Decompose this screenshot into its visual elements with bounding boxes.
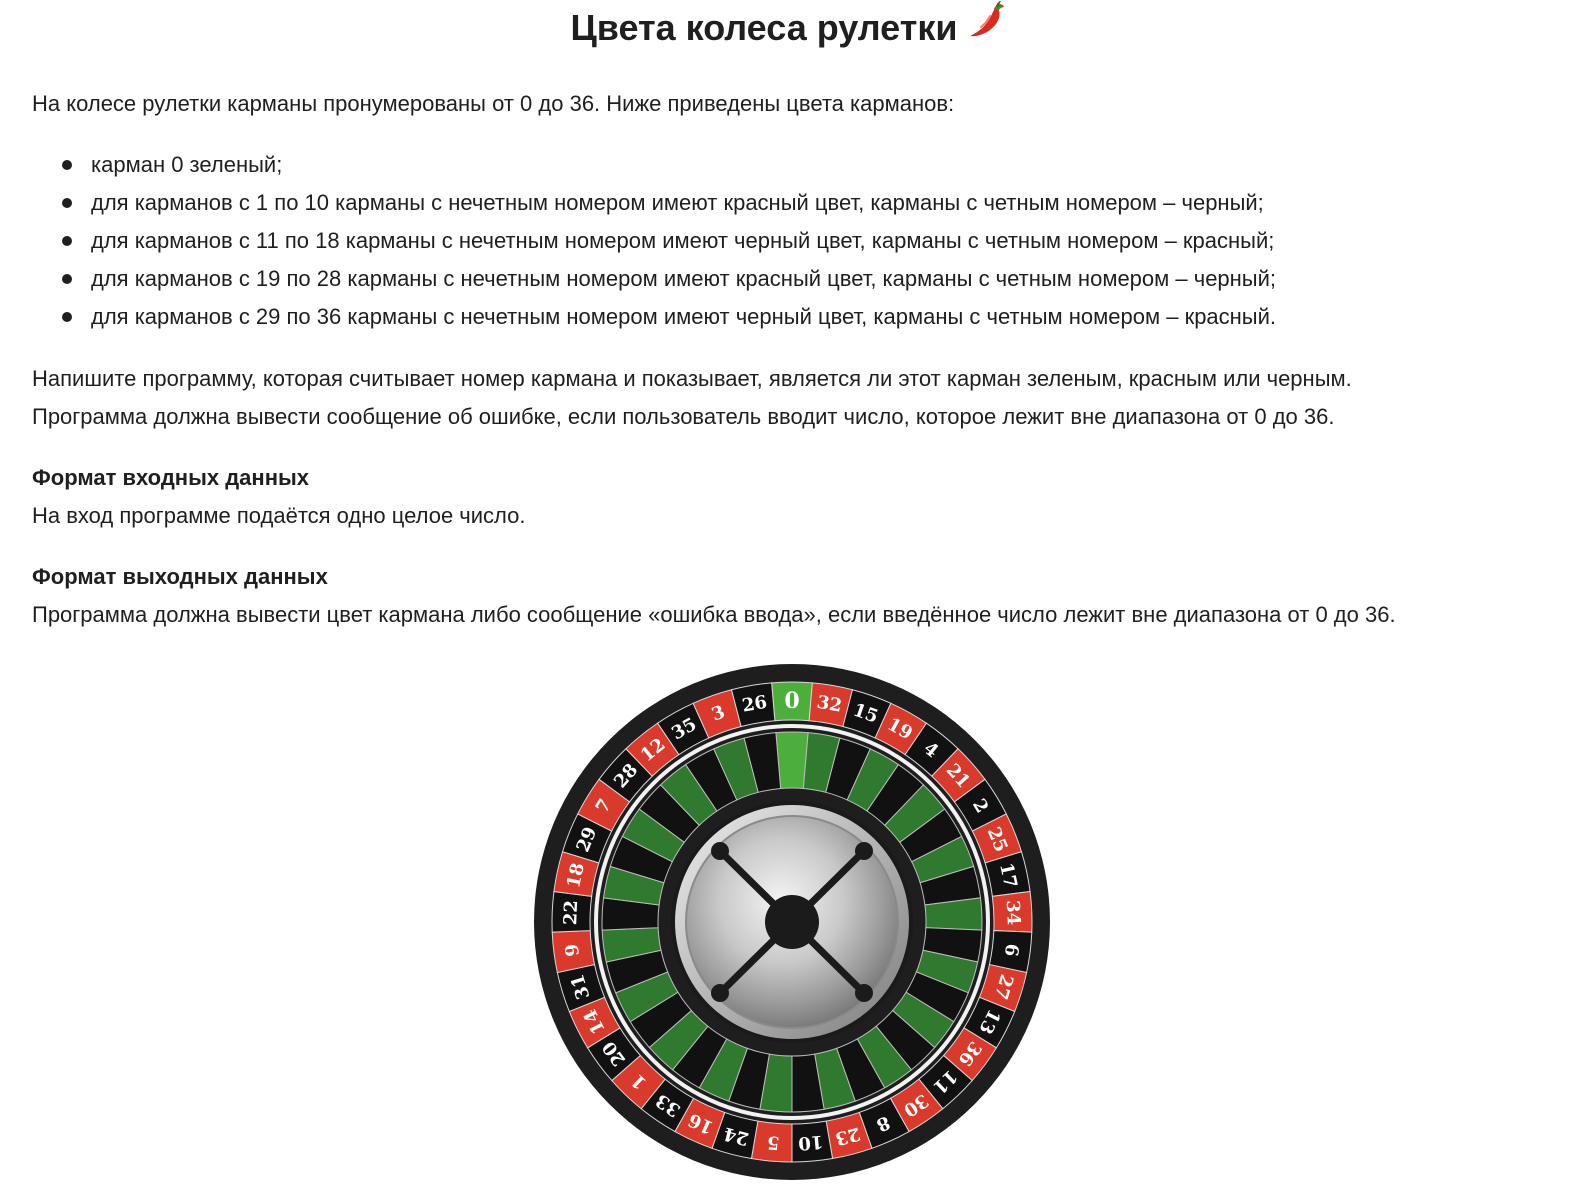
pocket-number: 32 bbox=[815, 692, 843, 717]
rule-text: для карманов с 29 по 36 карманы с нечетн… bbox=[91, 304, 1277, 329]
pocket-number: 26 bbox=[741, 692, 769, 717]
output-format-heading: Формат выходных данных bbox=[32, 564, 328, 589]
output-format-text: Программа должна вывести цвет кармана ли… bbox=[32, 602, 1396, 627]
task-line: Напишите программу, которая считывает но… bbox=[32, 366, 1352, 391]
inner-pocket bbox=[775, 731, 809, 790]
pocket-number: 34 bbox=[1002, 900, 1024, 926]
roulette-wheel: 0 32 1519421225173462713361130823105241633… bbox=[534, 664, 1050, 1180]
list-item: для карманов с 19 по 28 карманы с нечетн… bbox=[32, 260, 1276, 298]
pocket-number: 0 bbox=[784, 688, 799, 714]
page-title: Цвета колеса рулетки bbox=[0, 1, 1578, 54]
rules-list: карман 0 зеленый; для карманов с 1 по 10… bbox=[32, 146, 1276, 336]
task-line: Программа должна вывести сообщение об ош… bbox=[32, 404, 1335, 429]
bullet-dot bbox=[62, 198, 72, 208]
rule-text: для карманов с 19 по 28 карманы с нечетн… bbox=[91, 266, 1277, 291]
bullet-dot bbox=[62, 236, 72, 246]
list-item: карман 0 зеленый; bbox=[32, 146, 1276, 184]
input-format-text: На вход программе подаётся одно целое чи… bbox=[32, 503, 526, 528]
list-item: для карманов с 29 по 36 карманы с нечетн… bbox=[32, 298, 1276, 336]
rule-text: карман 0 зеленый; bbox=[91, 152, 283, 177]
rule-text: для карманов с 1 по 10 карманы с нечетны… bbox=[91, 190, 1264, 215]
pocket-number: 5 bbox=[766, 1131, 780, 1153]
pocket-number: 9 bbox=[562, 943, 584, 958]
bullet-dot bbox=[62, 160, 72, 170]
pocket-number: 10 bbox=[797, 1131, 824, 1154]
task-page: Цвета колеса рулетки На колесе рулетки к… bbox=[0, 0, 1578, 1202]
input-format-heading: Формат входных данных bbox=[32, 465, 310, 490]
list-item: для карманов с 1 по 10 карманы с нечетны… bbox=[32, 184, 1276, 222]
list-item: для карманов с 11 по 18 карманы с нечетн… bbox=[32, 222, 1276, 260]
roulette-wheel-image: 0 32 15 19 4 21 2 25 17 34 6 27 13 36 11 30 8 23 10 5 24 16 33… bbox=[520, 650, 1065, 1195]
title-text: Цвета колеса рулетки bbox=[570, 7, 958, 48]
rule-text: для карманов с 11 по 18 карманы с нечетн… bbox=[91, 228, 1275, 253]
pocket-number: 6 bbox=[1000, 943, 1022, 958]
task-description: Напишите программу, которая считывает но… bbox=[32, 360, 1352, 436]
bullet-dot bbox=[62, 274, 72, 284]
chili-pepper-icon bbox=[966, 0, 1008, 54]
bullet-dot bbox=[62, 312, 72, 322]
intro-text: На колесе рулетки карманы пронумерованы … bbox=[32, 91, 955, 116]
pocket-number: 22 bbox=[560, 900, 582, 926]
